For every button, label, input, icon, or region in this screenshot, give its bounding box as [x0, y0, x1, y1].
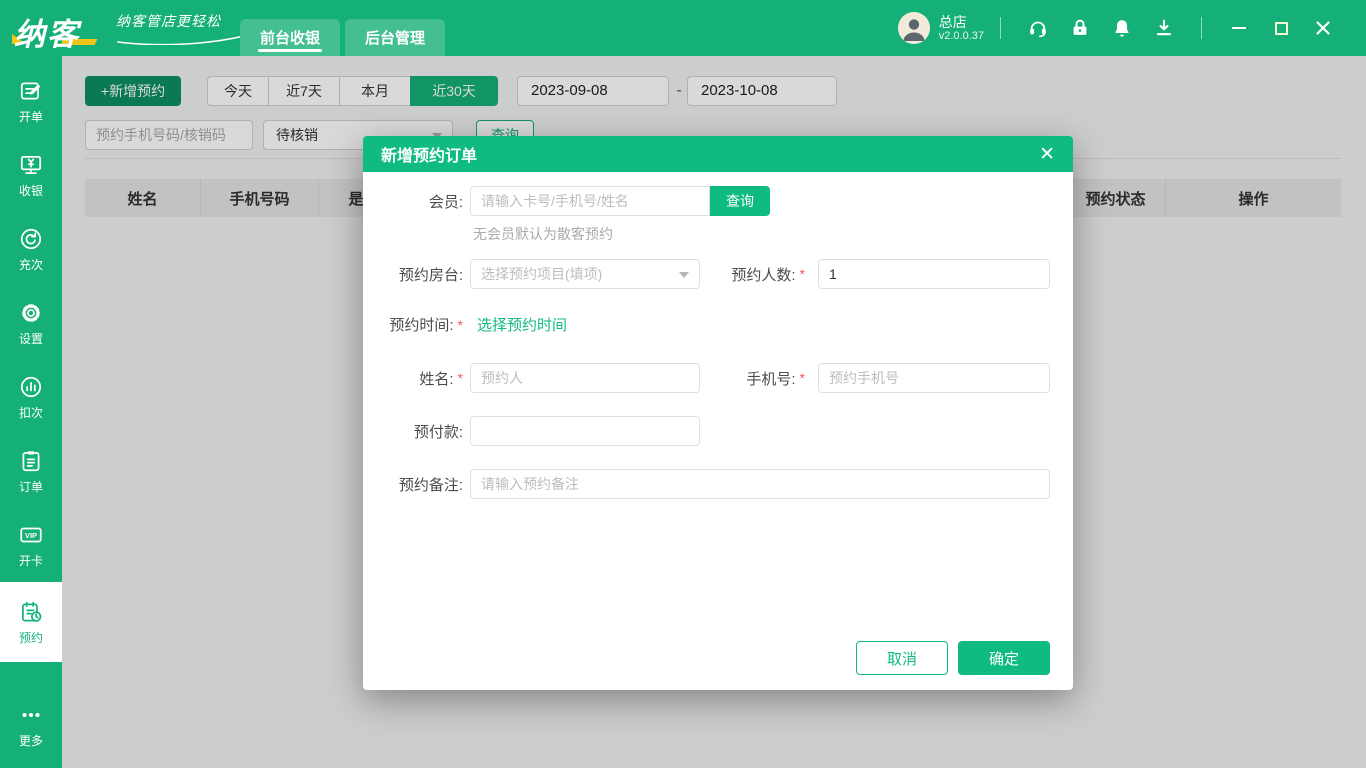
settings-icon — [18, 300, 44, 326]
sidebar-item-deduct-times[interactable]: 扣次 — [0, 360, 62, 434]
slogan-underline-icon — [116, 33, 250, 45]
vip-card-icon: VIP — [18, 522, 44, 548]
more-icon — [18, 702, 44, 728]
name-row: 姓名: * 手机号: * — [366, 363, 1050, 393]
room-row: 预约房台: 选择预约项目(填项) 预约人数: * — [366, 259, 1050, 289]
room-label: 预约房台: — [366, 264, 470, 285]
user-avatar-icon — [898, 12, 930, 44]
prepay-label: 预付款: — [366, 421, 470, 442]
svg-text:VIP: VIP — [25, 531, 37, 540]
maximize-icon[interactable] — [1271, 18, 1291, 38]
confirm-button[interactable]: 确定 — [958, 641, 1050, 675]
sidebar-item-billing[interactable]: 开单 — [0, 64, 62, 138]
close-icon[interactable]: ✕ — [1039, 145, 1055, 164]
active-tab-underline — [258, 49, 322, 52]
topbar-right: 总店 v2.0.0.37 — [898, 0, 1366, 56]
new-reservation-modal: 新增预约订单 ✕ 会员: 查询 无会员默认为散客预约 预约房台: 选择预约项目(… — [363, 136, 1073, 690]
sidebar-item-more[interactable]: 更多 — [0, 688, 62, 762]
customer-service-icon[interactable] — [1027, 17, 1049, 39]
modal-header: 新增预约订单 ✕ — [363, 136, 1073, 172]
sidebar-item-reservation[interactable]: 预约 — [0, 582, 62, 662]
modal-footer: 取消 确定 — [856, 641, 1050, 675]
close-window-icon[interactable] — [1313, 18, 1333, 38]
modal-title: 新增预约订单 — [381, 142, 477, 166]
people-count-input[interactable] — [818, 259, 1050, 289]
logo-text: 纳客 — [14, 9, 80, 54]
people-label: 预约人数: * — [700, 264, 805, 285]
sidebar: 开单 收银 充次 设置 — [0, 56, 62, 768]
remark-input[interactable] — [470, 469, 1050, 499]
app-version: v2.0.0.37 — [939, 30, 984, 43]
lock-icon[interactable] — [1069, 17, 1091, 39]
main-tabs: 前台收银 后台管理 — [240, 19, 445, 56]
member-row: 会员: 查询 — [366, 186, 770, 216]
download-icon[interactable] — [1153, 17, 1175, 39]
store-name: 总店 — [939, 14, 984, 30]
separator — [1000, 17, 1001, 39]
choose-time-link[interactable]: 选择预约时间 — [477, 314, 567, 335]
slogan: 纳客管店更轻松 — [116, 11, 251, 45]
reserver-phone-input[interactable] — [818, 363, 1050, 393]
member-search-input[interactable] — [470, 186, 710, 216]
topbar: 纳客 纳客管店更轻松 前台收银 后台管理 — [0, 0, 1366, 56]
sidebar-item-orders[interactable]: 订单 — [0, 434, 62, 508]
separator — [1201, 17, 1202, 39]
cancel-button[interactable]: 取消 — [856, 641, 948, 675]
sidebar-item-recharge-times[interactable]: 充次 — [0, 212, 62, 286]
member-label: 会员: — [366, 191, 470, 212]
deduct-icon — [18, 374, 44, 400]
orders-icon — [18, 448, 44, 474]
cashier-icon — [18, 152, 44, 178]
required-asterisk: * — [458, 317, 463, 333]
time-row: 预约时间: * 选择预约时间 — [366, 314, 567, 335]
phone-label: 手机号: * — [700, 368, 805, 389]
recharge-icon — [18, 226, 44, 252]
tab-front-cashier[interactable]: 前台收银 — [240, 19, 340, 56]
prepay-row: 预付款: — [366, 416, 700, 446]
remark-row: 预约备注: — [366, 469, 1050, 499]
bill-icon — [18, 78, 44, 104]
reserver-name-input[interactable] — [470, 363, 700, 393]
remark-label: 预约备注: — [366, 474, 470, 495]
store-info: 总店 v2.0.0.37 — [939, 14, 984, 43]
name-label: 姓名: * — [366, 368, 470, 389]
logo: 纳客 — [0, 0, 108, 56]
time-label: 预约时间: * — [366, 314, 470, 335]
avatar[interactable] — [898, 12, 930, 44]
prepay-input[interactable] — [470, 416, 700, 446]
required-asterisk: * — [800, 266, 805, 282]
bell-icon[interactable] — [1111, 17, 1133, 39]
member-query-button[interactable]: 查询 — [710, 186, 770, 216]
sidebar-item-cashier[interactable]: 收银 — [0, 138, 62, 212]
minimize-icon[interactable] — [1229, 18, 1249, 38]
sidebar-item-settings[interactable]: 设置 — [0, 286, 62, 360]
member-hint: 无会员默认为散客预约 — [473, 224, 613, 244]
required-asterisk: * — [800, 370, 805, 386]
required-asterisk: * — [458, 370, 463, 386]
app-window: 纳客 纳客管店更轻松 前台收银 后台管理 — [0, 0, 1366, 768]
room-select[interactable]: 选择预约项目(填项) — [470, 259, 700, 289]
sidebar-item-vip-card[interactable]: VIP 开卡 — [0, 508, 62, 582]
tab-backend-management[interactable]: 后台管理 — [345, 19, 445, 56]
chevron-down-icon — [679, 272, 689, 278]
reservation-icon — [18, 599, 44, 625]
